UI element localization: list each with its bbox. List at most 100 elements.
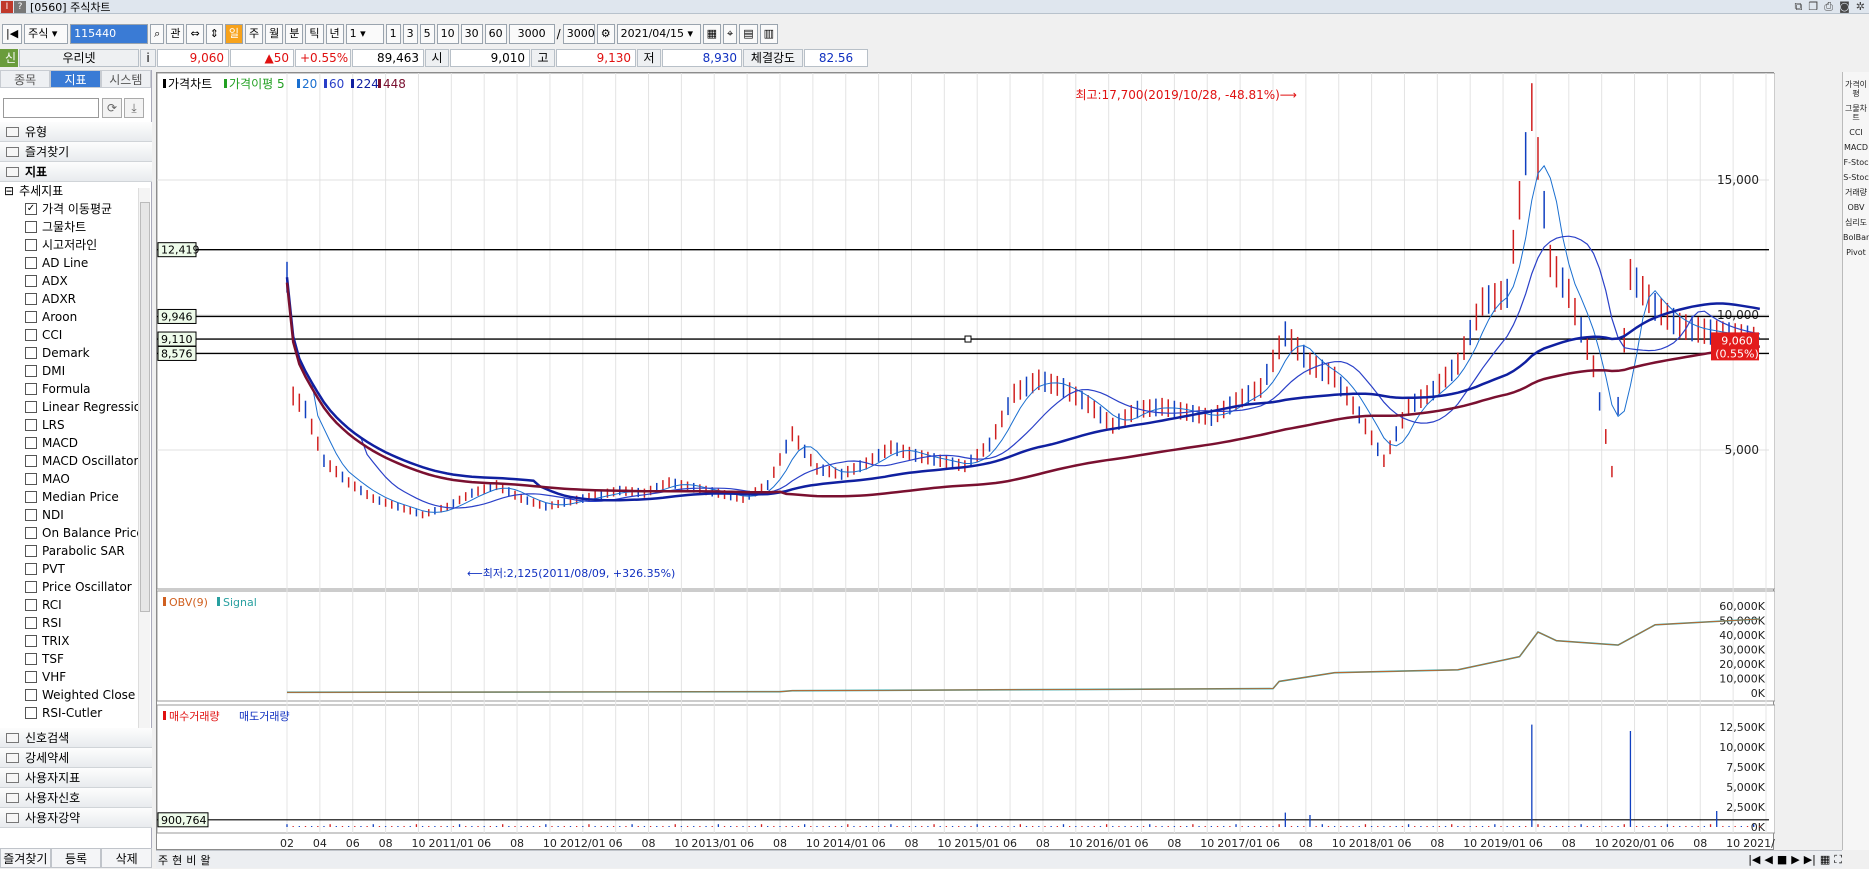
indicator-checkbox[interactable] — [25, 509, 37, 521]
stock-name[interactable]: 우리넷 — [19, 49, 139, 67]
indicator-item[interactable]: TSF — [0, 650, 152, 668]
indicator-checkbox[interactable] — [25, 239, 37, 251]
interval-select[interactable]: 1 ▾ — [345, 24, 384, 44]
indicator-checkbox[interactable] — [25, 563, 37, 575]
indicator-item[interactable]: AD Line — [0, 254, 152, 272]
indicator-checkbox[interactable] — [25, 653, 37, 665]
indicator-checkbox[interactable] — [25, 707, 37, 719]
count-input-1[interactable]: 3000 — [508, 24, 555, 44]
indicator-item[interactable]: VHF — [0, 668, 152, 686]
count-option-icon[interactable]: ⚙ — [596, 24, 615, 44]
indicator-item[interactable]: RCI — [0, 596, 152, 614]
status-tab-week[interactable]: 주 — [158, 852, 168, 868]
quick-indicator-button[interactable]: S-Stoc — [1843, 173, 1869, 182]
chart-tool-icon[interactable]: ▦ — [702, 24, 721, 44]
indicator-checkbox[interactable] — [25, 455, 37, 467]
tab-system[interactable]: 시스템 — [100, 70, 151, 88]
quick-indicator-button[interactable]: 가격이평 — [1843, 80, 1869, 98]
indicator-checkbox[interactable] — [25, 419, 37, 431]
indicator-checkbox[interactable] — [25, 221, 37, 233]
indicator-item[interactable]: Weighted Close — [0, 686, 152, 704]
camera-icon[interactable]: ◙ — [1839, 0, 1850, 14]
quick-indicator-button[interactable]: BolBand — [1843, 233, 1869, 242]
chart-svg[interactable]: 15,000 10,000 5,000 12,419 9,946 9,1108,576 가격… — [156, 72, 1789, 851]
spin-icon[interactable]: ⇕ — [205, 24, 223, 44]
indicator-checkbox[interactable] — [25, 635, 37, 647]
indicator-checkbox[interactable] — [25, 545, 37, 557]
indicator-item[interactable]: MACD — [0, 434, 152, 452]
settings-icon[interactable]: ✲ — [1856, 0, 1865, 14]
indicator-checkbox[interactable] — [25, 473, 37, 485]
tree-root-trend[interactable]: ⊟ 추세지표 — [0, 182, 152, 200]
indicator-item[interactable]: Price Oscillator — [0, 578, 152, 596]
quick-indicator-button[interactable]: 그물차트 — [1843, 104, 1869, 122]
indicator-checkbox[interactable] — [25, 347, 37, 359]
indicator-checkbox[interactable] — [25, 491, 37, 503]
indicator-checkbox[interactable] — [25, 527, 37, 539]
zoom-icon[interactable]: ⌖ — [722, 24, 738, 44]
indicator-checkbox[interactable] — [25, 437, 37, 449]
nav-first-icon[interactable]: |◀ — [1748, 853, 1760, 866]
indicator-checkbox[interactable] — [25, 581, 37, 593]
indicator-item[interactable]: PVT — [0, 560, 152, 578]
indicator-item[interactable]: RSI-Cutler — [0, 704, 152, 722]
prev-code-icon[interactable]: |◀ — [2, 24, 23, 44]
indicator-item[interactable]: MAO — [0, 470, 152, 488]
quick-indicator-button[interactable]: Pivot — [1843, 248, 1869, 257]
nav-stop-icon[interactable]: ■ — [1777, 853, 1787, 866]
restore-icon[interactable]: ⧉ — [1795, 0, 1803, 14]
register-button[interactable]: 등록 — [50, 848, 102, 868]
indicator-checkbox[interactable] — [25, 671, 37, 683]
code-input[interactable]: 115440 — [70, 24, 149, 44]
folder-indicators[interactable]: 지표 — [0, 162, 152, 182]
quick-indicator-button[interactable]: CCI — [1843, 128, 1869, 137]
indicator-item[interactable]: RSI — [0, 614, 152, 632]
indicator-item[interactable]: 시고저라인 — [0, 236, 152, 254]
indicator-item[interactable]: MACD Oscillator — [0, 452, 152, 470]
indicator-item[interactable]: On Balance Price — [0, 524, 152, 542]
indicator-item[interactable]: NDI — [0, 506, 152, 524]
layout-icon[interactable]: ▦ — [1820, 853, 1830, 866]
indicator-checkbox[interactable]: ✓ — [25, 203, 37, 215]
indicator-item[interactable]: 그물차트 — [0, 218, 152, 236]
indicator-item[interactable]: Linear Regression — [0, 398, 152, 416]
quick-indicator-button[interactable]: OBV — [1843, 203, 1869, 212]
indicator-checkbox[interactable] — [25, 401, 37, 413]
indicator-checkbox[interactable] — [25, 329, 37, 341]
indicator-item[interactable]: ADXR — [0, 290, 152, 308]
indicator-checkbox[interactable] — [25, 383, 37, 395]
indicator-checkbox[interactable] — [25, 275, 37, 287]
status-tab-current[interactable]: 현 — [172, 852, 182, 868]
indicator-item[interactable]: TRIX — [0, 632, 152, 650]
indicator-checkbox[interactable] — [25, 689, 37, 701]
interval-30[interactable]: 30 — [460, 24, 483, 44]
help-icon[interactable]: ? — [14, 0, 26, 13]
status-tab-wave[interactable]: 왈 — [200, 852, 210, 868]
gwan-button[interactable]: 관 — [166, 24, 185, 44]
folder-signal-search[interactable]: 신호검색 — [0, 728, 152, 748]
indicator-item[interactable]: ✓ 가격 이동평균 — [0, 200, 152, 218]
refresh-icon[interactable]: ⟳ — [102, 98, 122, 118]
indicator-item[interactable]: Demark — [0, 344, 152, 362]
interval-10[interactable]: 10 — [436, 24, 459, 44]
date-picker[interactable]: 2021/04/15 ▾ — [616, 24, 701, 44]
grid-icon[interactable]: ▥ — [759, 24, 778, 44]
folder-type[interactable]: 유형 — [0, 122, 152, 142]
tab-minute[interactable]: 분 — [285, 24, 304, 44]
folder-user-signals[interactable]: 사용자신호 — [0, 788, 152, 808]
tab-week[interactable]: 주 — [245, 24, 264, 44]
quick-indicator-button[interactable]: 심리도 — [1843, 218, 1869, 227]
indicator-search-input[interactable] — [3, 98, 99, 118]
status-tab-ratio[interactable]: 비 — [186, 852, 196, 868]
indicator-list-scrollbar[interactable] — [138, 188, 150, 788]
interval-3[interactable]: 3 — [402, 24, 418, 44]
tab-month[interactable]: 월 — [265, 24, 284, 44]
folder-strength[interactable]: 강세약세 — [0, 748, 152, 768]
search-icon[interactable]: ⌕ — [150, 24, 165, 44]
tab-day[interactable]: 일 — [224, 24, 244, 44]
interval-1[interactable]: 1 — [385, 24, 401, 44]
copy-icon[interactable]: ❐ — [1808, 0, 1818, 14]
count-input-2[interactable]: 3000 — [562, 24, 595, 44]
indicator-item[interactable]: Aroon — [0, 308, 152, 326]
folder-user-strength[interactable]: 사용자강약 — [0, 808, 152, 828]
